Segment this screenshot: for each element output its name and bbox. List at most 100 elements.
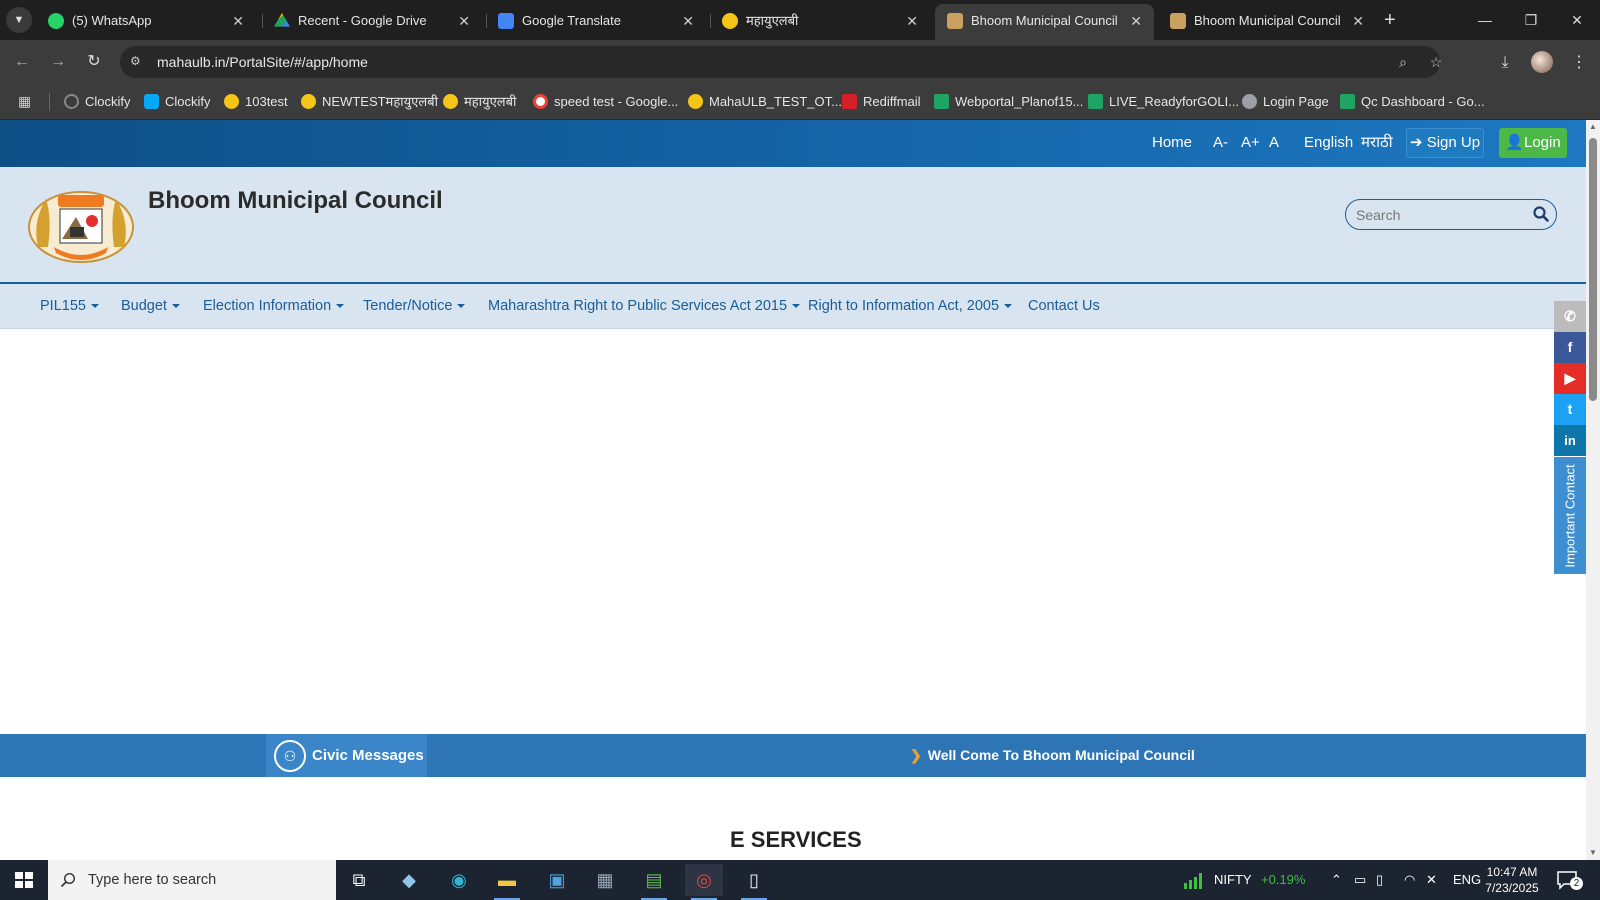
taskbar-search[interactable]: Type here to search xyxy=(48,860,336,900)
sheets-icon xyxy=(1088,94,1103,109)
chevron-right-icon: ❯ xyxy=(910,747,922,763)
store-icon[interactable]: ▣ xyxy=(538,864,576,896)
english-language-link[interactable]: English xyxy=(1304,120,1353,165)
search-icon[interactable] xyxy=(1532,205,1550,223)
nav-item-pil155[interactable]: PIL155 xyxy=(40,284,99,329)
login-button[interactable]: 👤Login xyxy=(1499,128,1567,158)
close-window-icon[interactable]: ✕ xyxy=(1554,0,1600,40)
url-text[interactable]: mahaulb.in/PortalSite/#/app/home xyxy=(157,46,368,78)
clock-date: 7/23/2025 xyxy=(1485,881,1539,895)
close-icon[interactable]: ✕ xyxy=(232,4,244,38)
chrome-icon[interactable]: ◎ xyxy=(685,864,723,900)
bookmark-mahaulb-test[interactable]: MahaULB_TEST_OT... xyxy=(688,84,842,120)
forward-icon[interactable]: → xyxy=(46,50,70,74)
scroll-up-icon[interactable]: ▲ xyxy=(1586,120,1600,134)
edge-icon[interactable]: ◉ xyxy=(440,864,478,896)
reload-icon[interactable]: ↻ xyxy=(82,50,106,74)
important-contact-tab[interactable]: Important Contact xyxy=(1554,457,1586,574)
document-icon[interactable]: ▯ xyxy=(735,864,773,900)
tab-bhoom[interactable]: Bhoom Municipal Council ✕ xyxy=(1158,4,1376,40)
scroll-thumb[interactable] xyxy=(1589,138,1597,401)
tab-google-translate[interactable]: Google Translate ✕ xyxy=(486,4,706,40)
bookmark-speed-test[interactable]: speed test - Google... xyxy=(533,84,678,120)
back-icon[interactable]: ← xyxy=(10,50,34,74)
marathi-language-link[interactable]: मराठी xyxy=(1361,120,1393,165)
bookmark-mahaulb[interactable]: महायुएलबी xyxy=(443,84,516,120)
notification-center-icon[interactable]: 2 xyxy=(1556,869,1583,891)
bookmark-newtest[interactable]: NEWTESTमहायुएलबी xyxy=(301,84,438,120)
nav-item-tender-notice[interactable]: Tender/Notice xyxy=(363,284,466,329)
bookmark-clockify-2[interactable]: Clockify xyxy=(144,84,211,120)
linkedin-icon[interactable]: in xyxy=(1554,425,1586,456)
tab-google-drive[interactable]: Recent - Google Drive ✕ xyxy=(262,4,482,40)
kebab-menu-icon[interactable]: ⋮ xyxy=(1568,52,1590,74)
page-scrollbar[interactable]: ▲ ▼ xyxy=(1586,120,1600,860)
address-bar[interactable]: ⚙ mahaulb.in/PortalSite/#/app/home ⌕ ☆ xyxy=(120,46,1442,78)
bookmark-live-ready[interactable]: LIVE_ReadyforGOLI... xyxy=(1088,84,1239,120)
language-indicator[interactable]: ENG xyxy=(1453,860,1481,900)
scroll-down-icon[interactable]: ▼ xyxy=(1586,846,1600,860)
task-view-icon[interactable]: ⧉ xyxy=(340,864,378,896)
news-ticker[interactable]: ❯ Well Come To Bhoom Municipal Council xyxy=(910,734,1195,777)
new-tab-button[interactable]: + xyxy=(1384,8,1396,32)
apps-grid-icon[interactable]: ▦ xyxy=(18,93,34,109)
minimize-icon[interactable]: — xyxy=(1462,0,1508,40)
font-reset-button[interactable]: A xyxy=(1269,120,1279,165)
close-icon[interactable]: ✕ xyxy=(906,4,918,38)
bookmark-rediffmail[interactable]: Rediffmail xyxy=(842,84,921,120)
meet-icon[interactable]: ▭ xyxy=(1354,860,1366,900)
restore-icon[interactable]: ❐ xyxy=(1508,0,1554,40)
home-link[interactable]: Home xyxy=(1152,120,1192,165)
battery-icon[interactable]: ▯ xyxy=(1376,860,1383,900)
font-increase-button[interactable]: A+ xyxy=(1241,120,1260,165)
sign-up-button[interactable]: ➔ Sign Up xyxy=(1406,128,1484,158)
system-clock[interactable]: 10:47 AM 7/23/2025 xyxy=(1480,864,1544,896)
tab-mahaulb[interactable]: महायुएलबी ✕ xyxy=(710,4,930,40)
zoom-icon[interactable]: ⌕ xyxy=(1393,52,1413,72)
nav-item-rtps-act[interactable]: Maharashtra Right to Public Services Act… xyxy=(488,284,801,329)
tab-bhoom-active[interactable]: Bhoom Municipal Council ✕ xyxy=(935,4,1154,40)
close-icon[interactable]: ✕ xyxy=(1352,4,1364,38)
tab-whatsapp[interactable]: (5) WhatsApp ✕ xyxy=(36,4,256,40)
task-manager-icon[interactable]: ▤ xyxy=(635,864,673,900)
bookmark-webportal[interactable]: Webportal_Planof15... xyxy=(934,84,1083,120)
search-input[interactable] xyxy=(1356,204,1526,226)
twitter-icon[interactable]: t xyxy=(1554,394,1586,425)
windows-start-icon[interactable] xyxy=(0,860,48,900)
app-icon[interactable]: ◆ xyxy=(390,864,428,896)
facebook-icon[interactable]: f xyxy=(1554,332,1586,363)
volume-muted-icon[interactable]: ✕ xyxy=(1426,860,1437,900)
wifi-icon[interactable]: ◠ xyxy=(1404,860,1415,900)
tab-title: Recent - Google Drive xyxy=(298,13,427,28)
bookmark-login-page[interactable]: Login Page xyxy=(1242,84,1329,120)
phone-icon[interactable]: ✆ xyxy=(1554,301,1586,332)
download-icon[interactable]: ⤓ xyxy=(1494,52,1516,74)
nifty-label[interactable]: NIFTY xyxy=(1214,860,1252,900)
bookmark-label: MahaULB_TEST_OT... xyxy=(709,94,842,109)
close-icon[interactable]: ✕ xyxy=(682,4,694,38)
tab-search-button[interactable]: ▼ xyxy=(6,7,32,33)
calculator-icon[interactable]: ▦ xyxy=(586,864,624,896)
close-icon[interactable]: ✕ xyxy=(1130,4,1142,38)
bookmark-103test[interactable]: 103test xyxy=(224,84,288,120)
caret-down-icon xyxy=(336,304,345,309)
chevron-up-icon[interactable]: ⌃ xyxy=(1331,860,1342,900)
bookmark-clockify[interactable]: Clockify xyxy=(64,84,131,120)
users-icon: ⚇ xyxy=(274,740,306,772)
site-info-icon[interactable]: ⚙ xyxy=(130,54,146,70)
nav-item-rti-act[interactable]: Right to Information Act, 2005 xyxy=(808,284,1013,329)
file-explorer-icon[interactable]: ▬ xyxy=(488,864,526,900)
nav-item-contact-us[interactable]: Contact Us xyxy=(1028,284,1100,329)
google-icon xyxy=(533,94,548,109)
close-icon[interactable]: ✕ xyxy=(458,4,470,38)
civic-messages-button[interactable]: ⚇ Civic Messages xyxy=(266,734,427,777)
nav-item-election-information[interactable]: Election Information xyxy=(203,284,345,329)
avatar[interactable] xyxy=(1531,51,1553,73)
bookmark-qc-dashboard[interactable]: Qc Dashboard - Go... xyxy=(1340,84,1485,120)
nav-item-budget[interactable]: Budget xyxy=(121,284,180,329)
font-decrease-button[interactable]: A- xyxy=(1213,120,1228,165)
youtube-icon[interactable]: ▶ xyxy=(1554,363,1586,394)
nifty-change[interactable]: +0.19% xyxy=(1261,860,1305,900)
bookmark-star-icon[interactable]: ☆ xyxy=(1426,52,1446,72)
bookmarks-bar: ▦ Clockify Clockify 103test NEWTESTमहायु… xyxy=(0,84,1600,120)
